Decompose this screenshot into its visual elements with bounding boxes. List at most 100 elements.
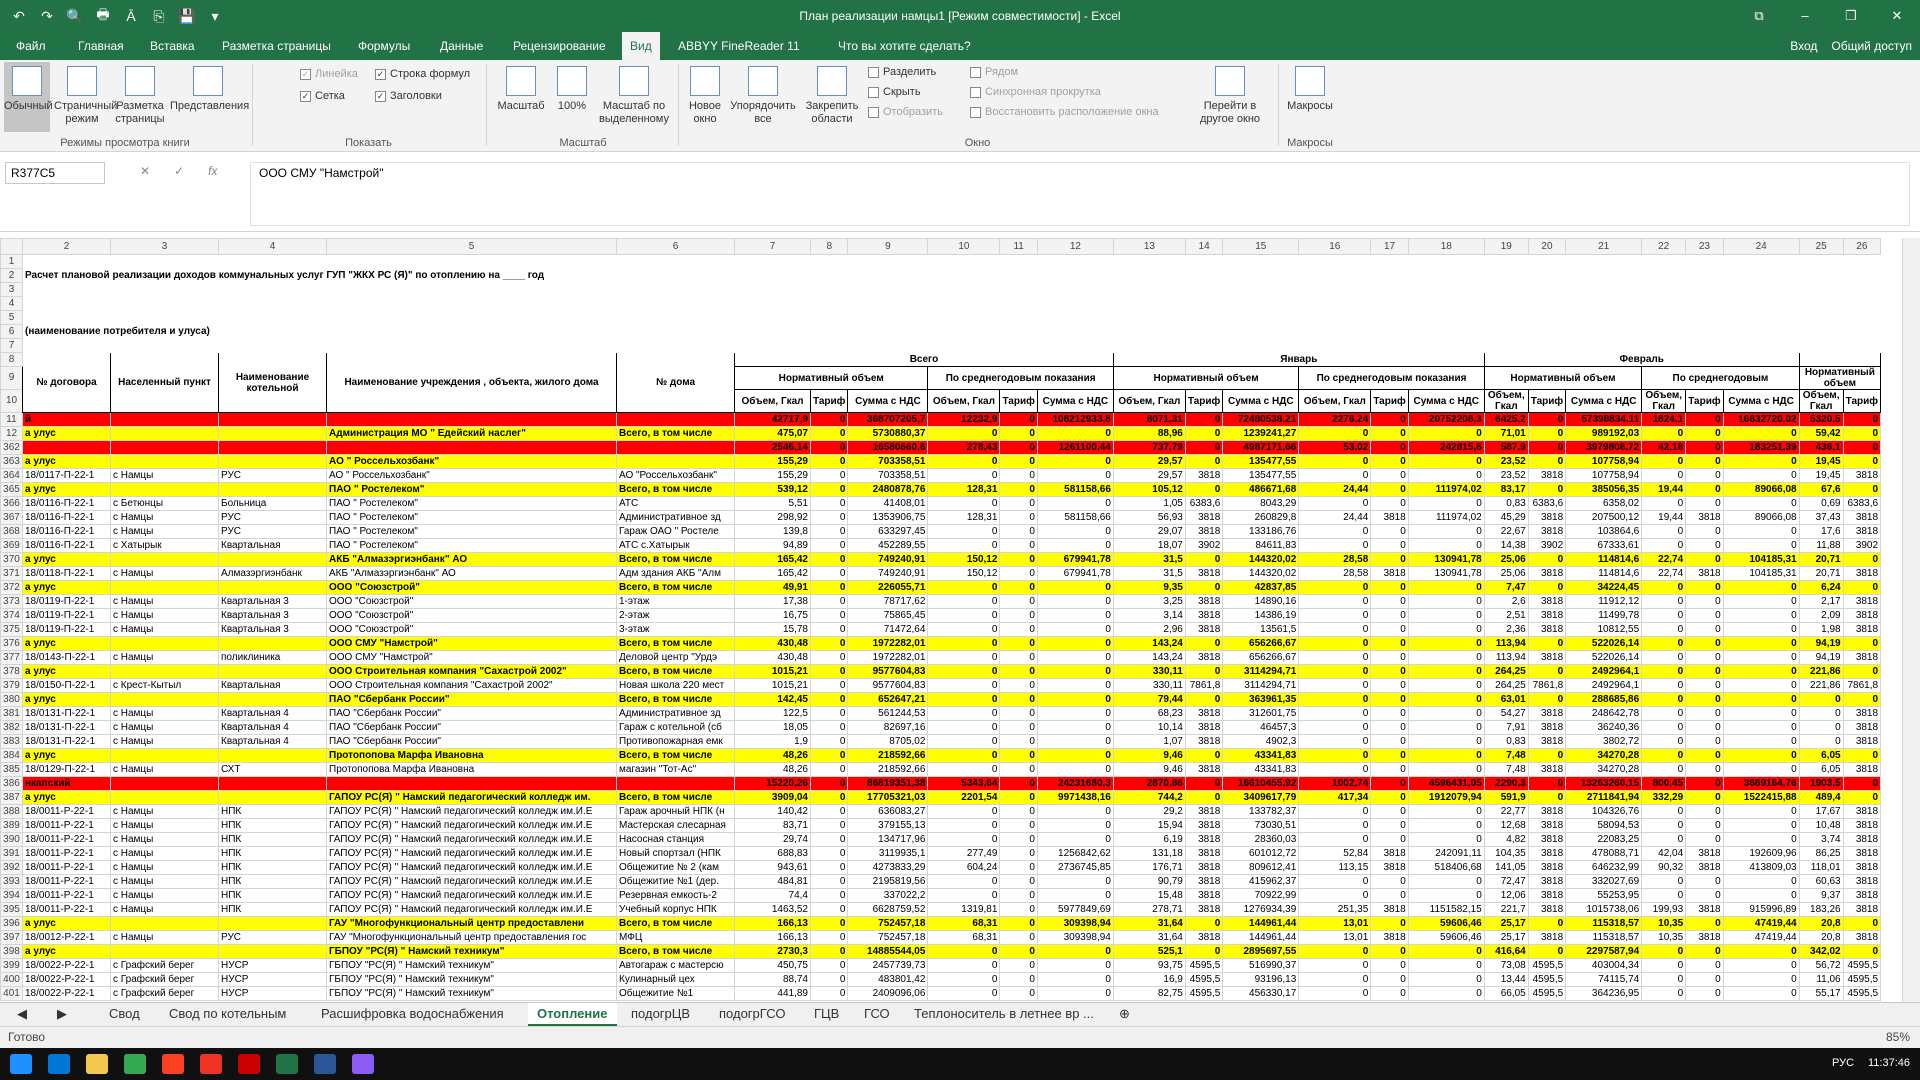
- table-cell[interactable]: Всего, в том числе: [616, 580, 735, 595]
- table-cell[interactable]: Адм здания АКБ "Алм: [616, 566, 735, 581]
- table-cell[interactable]: 70922,99: [1222, 888, 1300, 903]
- table-cell[interactable]: 7,91: [1483, 720, 1529, 735]
- table-cell[interactable]: 0: [809, 636, 849, 651]
- table-cell[interactable]: 332027,69: [1565, 874, 1643, 889]
- column-header[interactable]: 6: [616, 238, 735, 255]
- table-cell[interactable]: 218592,66: [847, 748, 929, 763]
- table-cell[interactable]: 89066,08: [1722, 510, 1800, 525]
- table-cell[interactable]: 0: [1036, 804, 1114, 819]
- title-cell[interactable]: (наименование потребителя и улуса): [21, 324, 1882, 339]
- table-cell[interactable]: 0: [1370, 762, 1409, 777]
- table-cell[interactable]: 278,43: [927, 440, 1001, 455]
- table-cell[interactable]: 16580660,6: [847, 440, 929, 455]
- spelling-icon[interactable]: Ā: [120, 8, 142, 24]
- table-cell[interactable]: с Намцы: [110, 804, 219, 819]
- table-cell[interactable]: 3818: [1842, 510, 1882, 525]
- tab-7[interactable]: Вид: [622, 32, 660, 60]
- table-cell[interactable]: Противопожарная емк: [616, 734, 735, 749]
- title-cell[interactable]: Расчет плановой реализации доходов комму…: [21, 268, 1882, 283]
- title-cell[interactable]: [21, 310, 1882, 325]
- row-header[interactable]: 373: [0, 594, 23, 609]
- table-cell[interactable]: с Хатырык: [110, 538, 219, 553]
- table-cell[interactable]: [218, 454, 327, 469]
- table-cell[interactable]: НПК: [218, 860, 327, 875]
- table-cell[interactable]: 2895697,55: [1222, 944, 1300, 959]
- table-cell[interactable]: 581158,66: [1036, 510, 1114, 525]
- table-cell[interactable]: 415962,37: [1222, 874, 1300, 889]
- table-cell[interactable]: 430,48: [734, 650, 811, 665]
- table-cell[interactable]: 131,18: [1112, 846, 1186, 861]
- table-cell[interactable]: ПАО " Ростелеком": [326, 510, 617, 525]
- table-cell[interactable]: 17,38: [734, 594, 811, 609]
- table-cell[interactable]: 0: [809, 678, 849, 693]
- table-cell[interactable]: 3818: [1527, 594, 1567, 609]
- table-cell[interactable]: с Намцы: [110, 860, 219, 875]
- header-cell[interactable]: Тариф: [1685, 389, 1724, 413]
- table-cell[interactable]: 3818: [1842, 524, 1882, 539]
- table-cell[interactable]: 4902,3: [1222, 734, 1300, 749]
- table-cell[interactable]: 18/0011-Р-22-1: [22, 818, 111, 833]
- share-button[interactable]: Общий доступ: [1831, 39, 1912, 53]
- table-cell[interactable]: 14,38: [1483, 538, 1529, 553]
- table-cell[interactable]: 0: [927, 650, 1001, 665]
- sheet-tab-7[interactable]: ГСО: [855, 1003, 899, 1026]
- table-cell[interactable]: [110, 916, 219, 931]
- table-cell[interactable]: 0: [1370, 972, 1409, 987]
- table-cell[interactable]: 59606,46: [1407, 930, 1485, 945]
- table-cell[interactable]: 0: [809, 566, 849, 581]
- table-cell[interactable]: 0: [1370, 944, 1409, 959]
- table-cell[interactable]: АКБ "Алмазэргиэнбанк" АО: [326, 552, 617, 567]
- tab-5[interactable]: Данные: [432, 32, 491, 60]
- table-cell[interactable]: 0: [1722, 580, 1800, 595]
- table-cell[interactable]: ГАПОУ РС(Я) " Намский педагогический кол…: [326, 902, 617, 917]
- table-cell[interactable]: 3818: [1527, 720, 1567, 735]
- table-cell[interactable]: 0: [927, 832, 1001, 847]
- column-header[interactable]: 14: [1184, 238, 1224, 255]
- table-cell[interactable]: 144961,44: [1222, 930, 1300, 945]
- table-cell[interactable]: 0: [1407, 818, 1485, 833]
- table-cell[interactable]: 6,24: [1798, 580, 1844, 595]
- header-cell[interactable]: Сумма с НДС: [1565, 389, 1643, 413]
- table-cell[interactable]: 3818: [1527, 818, 1567, 833]
- table-cell[interactable]: 0: [1527, 664, 1567, 679]
- table-cell[interactable]: 0: [1036, 496, 1114, 511]
- table-cell[interactable]: 0: [999, 622, 1038, 637]
- table-cell[interactable]: Административное зд: [616, 706, 735, 721]
- table-cell[interactable]: 0: [1298, 944, 1372, 959]
- table-cell[interactable]: 0: [809, 916, 849, 931]
- table-cell[interactable]: 18/0131-П-22-1: [22, 734, 111, 749]
- table-cell[interactable]: 59606,46: [1407, 916, 1485, 931]
- table-cell[interactable]: 0: [1722, 454, 1800, 469]
- table-cell[interactable]: 0: [1641, 678, 1687, 693]
- table-cell[interactable]: 108212933,8: [1036, 412, 1114, 427]
- row-header[interactable]: 382: [0, 720, 23, 735]
- table-cell[interactable]: 0: [1298, 622, 1372, 637]
- table-cell[interactable]: 989192,03: [1565, 426, 1643, 441]
- language-indicator[interactable]: РУС: [1832, 1057, 1854, 1069]
- table-cell[interactable]: 260829,8: [1222, 510, 1300, 525]
- table-cell[interactable]: 0: [809, 720, 849, 735]
- table-cell[interactable]: Квартальная 3: [218, 622, 327, 637]
- table-cell[interactable]: 2,17: [1798, 594, 1844, 609]
- table-cell[interactable]: 0: [1036, 734, 1114, 749]
- table-cell[interactable]: Административное зд: [616, 510, 735, 525]
- table-cell[interactable]: 0: [1370, 874, 1409, 889]
- table-cell[interactable]: 0: [1370, 664, 1409, 679]
- table-cell[interactable]: 0: [1370, 958, 1409, 973]
- table-cell[interactable]: 0: [809, 776, 849, 791]
- table-cell[interactable]: 3,25: [1112, 594, 1186, 609]
- table-cell[interactable]: 0: [1641, 524, 1687, 539]
- table-cell[interactable]: 0: [1298, 818, 1372, 833]
- table-cell[interactable]: 0: [1370, 482, 1409, 497]
- table-cell[interactable]: 242815,8: [1407, 440, 1485, 455]
- table-cell[interactable]: с Намцы: [110, 608, 219, 623]
- table-cell[interactable]: 0: [1036, 762, 1114, 777]
- table-cell[interactable]: 53,02: [1298, 440, 1372, 455]
- table-cell[interactable]: НПК: [218, 804, 327, 819]
- edge-icon[interactable]: [48, 1054, 70, 1074]
- table-cell[interactable]: 0: [1722, 664, 1800, 679]
- table-cell[interactable]: ПАО " Ростелеком": [326, 482, 617, 497]
- table-cell[interactable]: 737,79: [1112, 440, 1186, 455]
- table-cell[interactable]: 3818: [1527, 622, 1567, 637]
- new-window-button[interactable]: Новое окно: [684, 62, 726, 132]
